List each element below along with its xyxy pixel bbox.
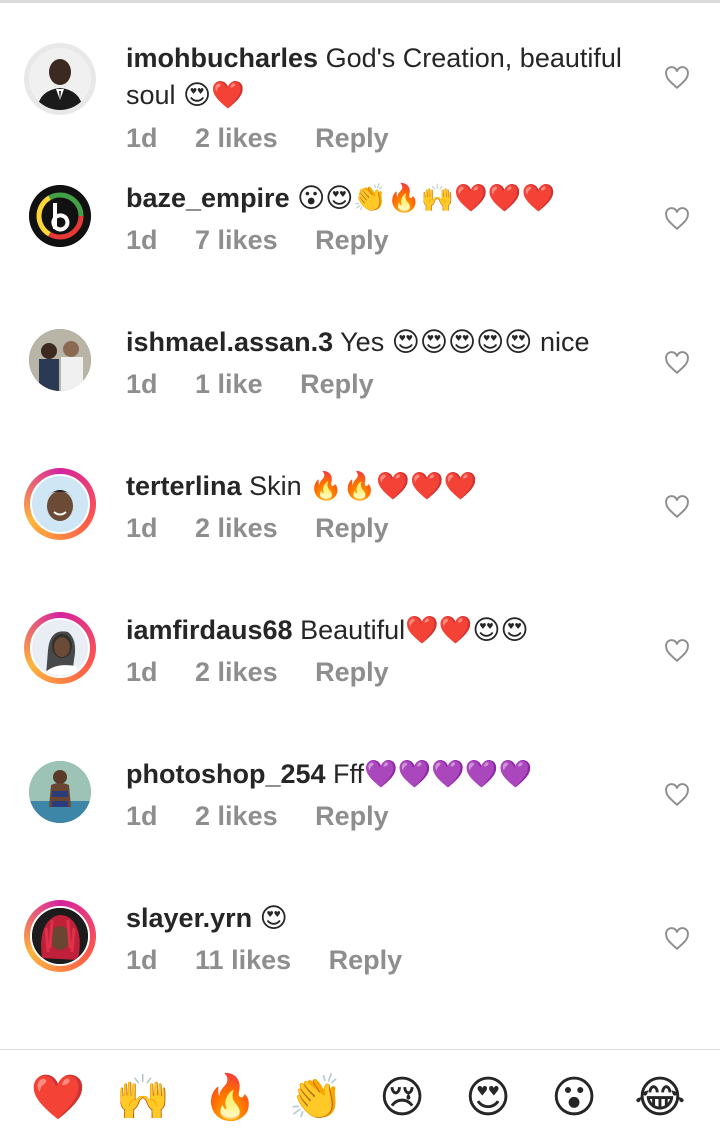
comment-emoji: 💜💜💜💜💜 [364, 759, 533, 790]
comment-body: photoshop_254 Fff💜💜💜💜💜 [126, 756, 646, 793]
comment-body: baze_empire 😮😍👏🔥🙌❤️❤️❤️ [126, 180, 646, 217]
comment-username[interactable]: photoshop_254 [126, 759, 326, 789]
comment-meta: 1d 2 likes Reply [126, 513, 419, 544]
avatar-photo [29, 761, 91, 823]
comment-time: 1d [126, 225, 158, 255]
raising-hands-emoji-button[interactable]: 🙌 [113, 1068, 173, 1128]
comment-meta: 1d 2 likes Reply [126, 657, 419, 688]
avatar-photo [32, 620, 88, 676]
comment-likes[interactable]: 7 likes [195, 225, 278, 255]
quick-reaction-bar: ❤️ 🙌 🔥 👏 😢 😍 😮 😂 [0, 1049, 720, 1135]
comment-item: slayer.yrn 😍 1d 11 likes Reply [0, 852, 720, 996]
comment-time: 1d [126, 657, 158, 687]
comment-username[interactable]: terterlina [126, 471, 242, 501]
comment-username[interactable]: iamfirdaus68 [126, 615, 293, 645]
avatar-logo [29, 185, 91, 247]
like-heart-icon[interactable] [664, 783, 690, 807]
comment-username[interactable]: imohbucharles [126, 43, 318, 73]
reply-button[interactable]: Reply [300, 369, 374, 399]
comment-text: Fff [333, 759, 365, 789]
comment-item: imohbucharles God's Creation, beautiful … [0, 3, 720, 153]
clapping-hands-emoji-button[interactable]: 👏 [286, 1068, 346, 1128]
avatar[interactable] [24, 756, 96, 828]
comment-time: 1d [126, 945, 158, 975]
comment-meta: 1d 7 likes Reply [126, 225, 419, 256]
avatar-with-story-ring[interactable] [24, 612, 96, 684]
comment-item: ishmael.assan.3 Yes 😍😍😍😍😍 nice 1d 1 like… [0, 276, 720, 420]
comment-emoji: 😮😍👏🔥🙌❤️❤️❤️ [297, 183, 556, 214]
comment-emoji: ❤️❤️😍😍 [405, 615, 529, 646]
like-heart-icon[interactable] [664, 66, 690, 90]
comment-username[interactable]: baze_empire [126, 183, 290, 213]
comment-emoji: 🔥🔥❤️❤️❤️ [309, 471, 478, 502]
comment-time: 1d [126, 369, 158, 399]
like-heart-icon[interactable] [664, 495, 690, 519]
comment-username[interactable]: slayer.yrn [126, 903, 252, 933]
comment-likes[interactable]: 2 likes [195, 801, 278, 831]
comment-item: terterlina Skin 🔥🔥❤️❤️❤️ 1d 2 likes Repl… [0, 420, 720, 564]
comment-meta: 1d 2 likes Reply [126, 801, 419, 832]
comment-body: slayer.yrn 😍 [126, 900, 646, 937]
comment-meta: 1d 1 like Reply [126, 369, 404, 400]
reply-button[interactable]: Reply [329, 945, 403, 975]
like-heart-icon[interactable] [664, 927, 690, 951]
comment-body: terterlina Skin 🔥🔥❤️❤️❤️ [126, 468, 646, 505]
avatar[interactable] [24, 180, 96, 252]
comment-likes[interactable]: 2 likes [195, 513, 278, 543]
avatar-with-story-ring[interactable] [24, 468, 96, 540]
comment-time: 1d [126, 513, 158, 543]
comment-username[interactable]: ishmael.assan.3 [126, 327, 333, 357]
like-heart-icon[interactable] [664, 351, 690, 375]
avatar-photo [32, 908, 88, 964]
avatar[interactable] [24, 324, 96, 396]
heart-eyes-emoji-button[interactable]: 😍 [458, 1068, 518, 1128]
comment-text: Beautiful [300, 615, 406, 645]
comment-emoji: 😍😍😍😍😍 [391, 327, 533, 358]
comment-body: ishmael.assan.3 Yes 😍😍😍😍😍 nice [126, 324, 646, 361]
comment-likes[interactable]: 1 like [195, 369, 263, 399]
comment-emoji: 😍❤️ [183, 80, 245, 111]
comment-body: imohbucharles God's Creation, beautiful … [126, 40, 646, 114]
avatar[interactable] [24, 43, 96, 115]
comment-text-suffix: nice [539, 327, 590, 357]
like-heart-icon[interactable] [664, 639, 690, 663]
comment-item: iamfirdaus68 Beautiful❤️❤️😍😍 1d 2 likes … [0, 564, 720, 708]
like-heart-icon[interactable] [664, 207, 690, 231]
surprised-face-emoji-button[interactable]: 😮 [544, 1068, 604, 1128]
reply-button[interactable]: Reply [315, 513, 389, 543]
reply-button[interactable]: Reply [315, 801, 389, 831]
comment-body: iamfirdaus68 Beautiful❤️❤️😍😍 [126, 612, 646, 649]
tears-of-joy-emoji-button[interactable]: 😂 [630, 1068, 690, 1128]
comment-emoji: 😍 [259, 903, 288, 934]
crying-face-emoji-button[interactable]: 😢 [372, 1068, 432, 1128]
comment-text: Skin [249, 471, 302, 501]
comment-likes[interactable]: 11 likes [195, 945, 291, 975]
comment-likes[interactable]: 2 likes [195, 657, 278, 687]
comment-text: Yes [340, 327, 385, 357]
reply-button[interactable]: Reply [315, 225, 389, 255]
comment-list: imohbucharles God's Creation, beautiful … [0, 3, 720, 996]
comment-item: baze_empire 😮😍👏🔥🙌❤️❤️❤️ 1d 7 likes Reply [0, 132, 720, 276]
fire-emoji-button[interactable]: 🔥 [200, 1068, 260, 1128]
red-heart-emoji-button[interactable]: ❤️ [28, 1068, 88, 1128]
comment-item: photoshop_254 Fff💜💜💜💜💜 1d 2 likes Reply [0, 708, 720, 852]
avatar-with-story-ring[interactable] [24, 900, 96, 972]
comment-time: 1d [126, 801, 158, 831]
avatar-photo [29, 329, 91, 391]
reply-button[interactable]: Reply [315, 657, 389, 687]
avatar-photo [32, 476, 88, 532]
comment-meta: 1d 11 likes Reply [126, 945, 432, 976]
avatar-photo [29, 48, 91, 110]
